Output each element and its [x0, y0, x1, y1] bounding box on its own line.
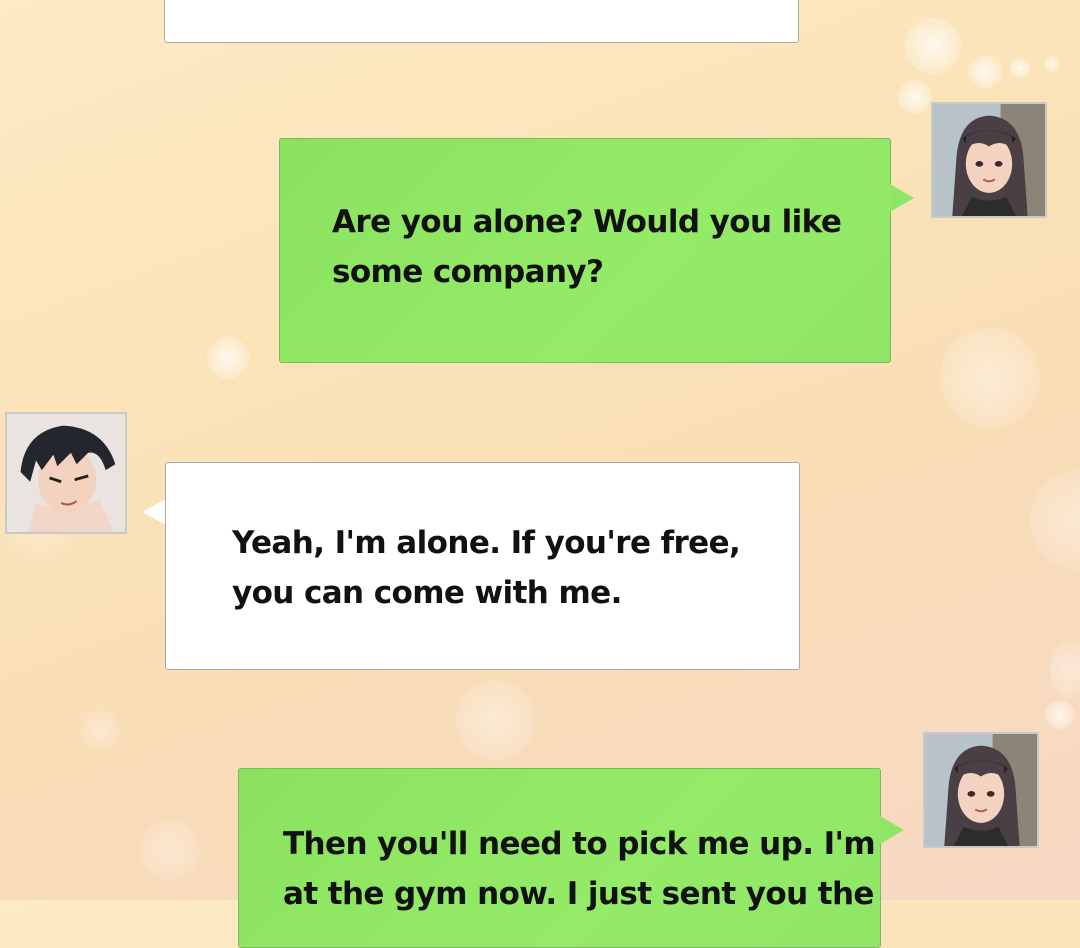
bokeh-light [1030, 470, 1080, 570]
bokeh-light [1044, 56, 1060, 72]
bubble-tail [142, 499, 166, 525]
bokeh-light [455, 680, 535, 760]
chat-bubble-partial [164, 0, 799, 43]
message-text: Are you alone? Would you like some compa… [332, 204, 842, 290]
chat-bubble-outgoing: Then you'll need to pick me up. I'm at t… [238, 768, 881, 948]
message-text: Yeah, I'm alone. If you're free, you can… [232, 525, 741, 611]
message-text: Then you'll need to pick me up. I'm at t… [283, 826, 876, 912]
bokeh-light [80, 710, 120, 750]
bokeh-light [207, 337, 249, 379]
chat-bubble-incoming: Yeah, I'm alone. If you're free, you can… [165, 462, 800, 670]
woman-avatar-icon [923, 732, 1039, 848]
bokeh-light [898, 80, 932, 114]
bokeh-light [140, 820, 200, 880]
woman-avatar-icon [931, 102, 1047, 218]
bubble-tail [880, 816, 904, 844]
bokeh-light [1045, 700, 1075, 730]
man-avatar-icon [5, 412, 127, 534]
bokeh-light [968, 55, 1002, 89]
chat-bubble-outgoing: Are you alone? Would you like some compa… [279, 138, 891, 363]
bokeh-light [940, 328, 1040, 428]
bokeh-light [1050, 640, 1080, 700]
bokeh-light [1010, 58, 1030, 78]
bokeh-light [905, 18, 961, 74]
bubble-tail [890, 184, 914, 212]
